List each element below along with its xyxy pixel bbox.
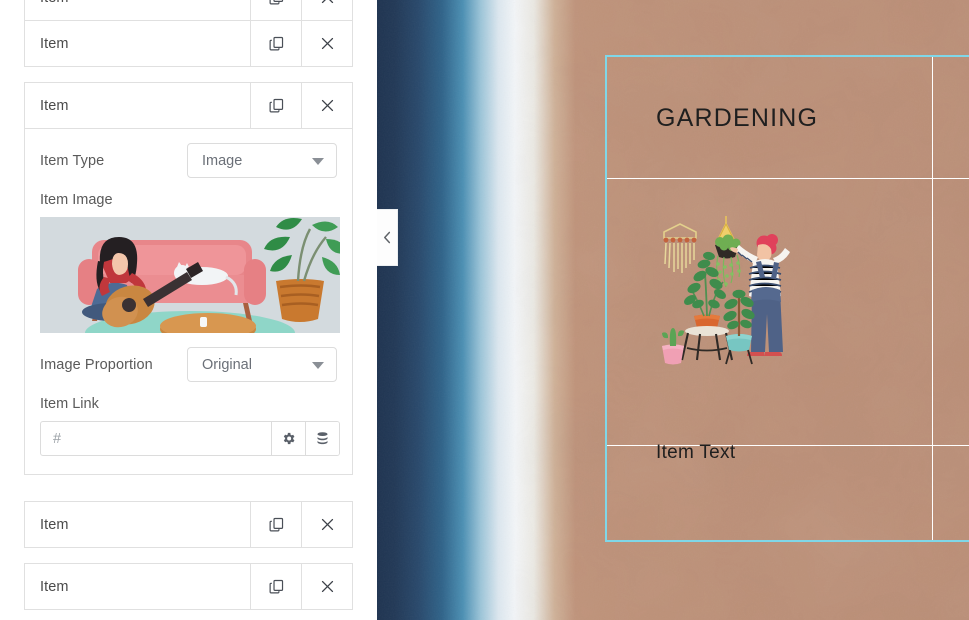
item-block: Item [24,20,353,67]
copy-icon [269,517,283,532]
item-image-thumbnail[interactable] [40,217,340,333]
close-icon [321,0,333,4]
item-editor-panel: Item Item Item Type Image Item Image Ima… [0,0,377,620]
gear-icon [283,432,295,445]
app-root: Item Item Item Type Image Item Image Ima… [0,0,969,620]
item-image-label: Item Image [40,192,113,208]
remove-item-button[interactable] [301,564,352,609]
item-block: Item [24,0,353,21]
guitar-room-illustration [40,217,340,333]
copy-icon [269,0,283,5]
duplicate-item-button[interactable] [250,21,301,66]
close-icon [321,37,333,50]
close-icon [321,99,333,112]
chevron-down-icon [312,157,324,165]
remove-item-button[interactable] [301,83,352,128]
item-type-select[interactable]: Image [187,143,337,178]
item-header[interactable]: Item [24,82,353,129]
item-header[interactable]: Item [24,563,353,610]
item-title: Item [25,0,250,20]
image-proportion-select[interactable]: Original [187,347,337,382]
database-icon [317,432,328,445]
item-block: Item [24,501,353,548]
item-title: Item [40,35,69,52]
item-title: Item [40,516,69,533]
duplicate-item-button[interactable] [250,83,301,128]
close-icon [321,580,333,593]
item-link-field[interactable] [40,421,340,456]
item-header[interactable]: Item [24,20,353,67]
duplicate-item-button[interactable] [250,564,301,609]
copy-icon [269,36,283,51]
grid-cells: GARDENING Item Text [607,57,969,540]
item-block-expanded: Item Item Type Image Item Image Image Pr… [24,82,353,475]
grid-cell-image[interactable] [652,212,832,367]
live-preview-canvas[interactable]: GARDENING Item Text [377,0,969,620]
item-type-label: Item Type [40,152,105,169]
copy-icon [269,579,283,594]
item-link-label: Item Link [40,396,99,412]
copy-icon [269,98,283,113]
item-link-settings-button[interactable] [271,422,305,455]
selected-grid-block[interactable]: GARDENING Item Text [605,55,969,542]
grid-cell-heading[interactable]: GARDENING [656,104,818,133]
remove-item-button[interactable] [301,21,352,66]
image-proportion-value: Original [202,356,252,373]
item-link-input[interactable] [41,422,271,455]
duplicate-item-button[interactable] [250,0,301,20]
item-block: Item [24,563,353,610]
close-icon [321,518,333,531]
image-proportion-row: Image Proportion Original [40,347,337,382]
duplicate-item-button[interactable] [250,502,301,547]
chevron-down-icon [312,361,324,369]
item-type-value: Image [202,152,243,169]
item-title: Item [40,97,69,114]
item-header[interactable]: Item [24,501,353,548]
grid-cell-item-text[interactable]: Item Text [656,442,735,464]
collapse-panel-handle[interactable] [377,209,398,266]
item-header[interactable]: Item [24,0,353,21]
gardening-illustration [662,216,790,365]
item-settings-body: Item Type Image Item Image Image Proport… [24,129,353,475]
grid-column-divider [932,57,933,540]
item-link-database-button[interactable] [305,422,339,455]
remove-item-button[interactable] [301,0,352,20]
grid-row-divider [607,178,969,179]
remove-item-button[interactable] [301,502,352,547]
chevron-left-icon [383,231,390,244]
item-type-row: Item Type Image [40,143,337,178]
image-proportion-label: Image Proportion [40,356,153,373]
item-title: Item [40,578,69,595]
